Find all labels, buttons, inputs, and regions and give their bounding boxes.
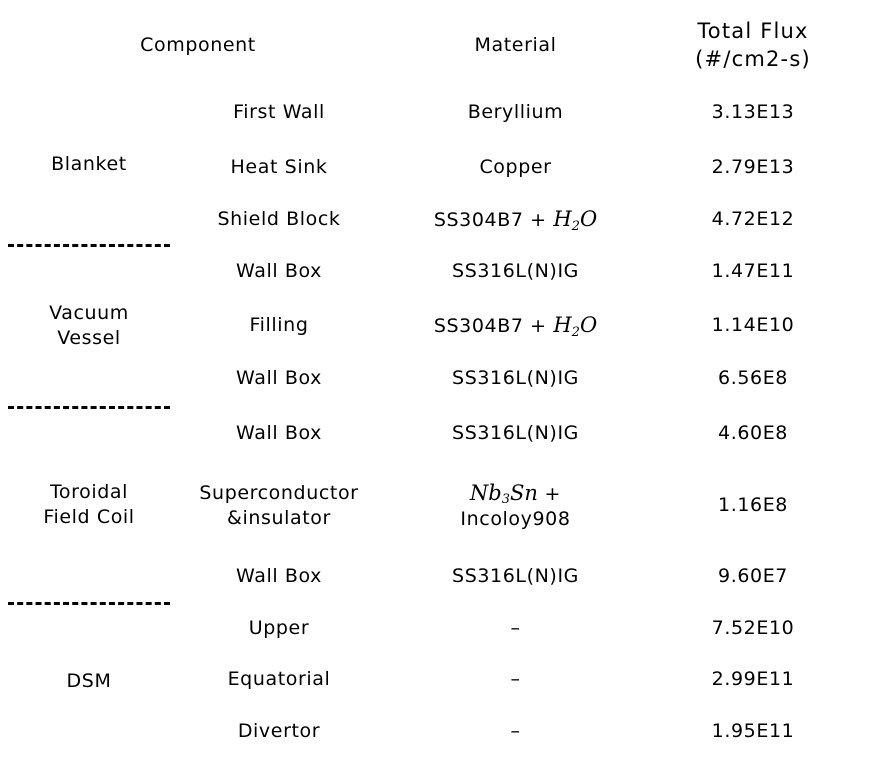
material-cell: SS316L(N)IG (452, 260, 579, 283)
material-cell: Beryllium (467, 100, 564, 123)
component-line1: Superconductor (199, 481, 359, 504)
group-label-line1: Vacuum (49, 302, 129, 325)
header-total-flux: Total Flux (#/cm2-s) (643, 6, 863, 85)
component-cell: Wall Box (236, 565, 322, 588)
flux-cell: 9.60E7 (718, 565, 788, 588)
flux-cell: 4.60E8 (718, 421, 788, 444)
component-cell: Heat Sink (230, 156, 328, 179)
header-total-flux-line1: Total Flux (697, 18, 809, 43)
flux-cell: 1.47E11 (711, 260, 795, 283)
flux-cell: 7.52E10 (711, 617, 795, 640)
header-material: Material (474, 33, 557, 56)
component-cell: Wall Box (236, 367, 322, 390)
material-text: SS304B7 + (433, 209, 554, 232)
flux-cell: 1.95E11 (711, 720, 795, 743)
material-cell: SS316L(N)IG (452, 421, 579, 444)
header-component: Component (140, 33, 256, 56)
component-cell: Shield Block (217, 208, 341, 231)
material-cell: – (510, 720, 521, 743)
component-cell: Wall Box (236, 260, 322, 283)
material-cell: – (510, 617, 521, 640)
formula-h2o: H2O (553, 312, 598, 340)
flux-cell: 3.13E13 (711, 100, 795, 123)
formula-nb3sn: Nb3Sn (469, 480, 538, 508)
total-flux-table: Component Material Total Flux (#/cm2-s) … (8, 6, 863, 759)
material-cell: Nb3Sn + Incoloy908 (388, 460, 643, 552)
material-cell: SS316L(N)IG (452, 367, 579, 390)
flux-cell: 1.14E10 (711, 313, 795, 336)
table-row: Vacuum Vessel Wall Box SS316L(N)IG 1.47E… (8, 246, 863, 349)
group-label-vacuum-vessel: Vacuum Vessel (8, 246, 170, 406)
component-cell: Divertor (237, 720, 321, 743)
component-cell: Equatorial (227, 668, 331, 691)
material-cell: SS304B7 + H2O (388, 299, 643, 353)
component-cell: First Wall (233, 100, 325, 123)
flux-cell: 2.99E11 (711, 668, 795, 691)
component-cell: Upper (248, 617, 310, 640)
component-line2: &insulator (227, 507, 331, 529)
material-cell: SS316L(N)IG (452, 565, 579, 588)
flux-cell: 6.56E8 (718, 367, 788, 390)
group-label-toroidal-field-coil: Toroidal Field Coil (8, 407, 170, 602)
header-total-flux-line2: (#/cm2-s) (695, 46, 811, 71)
group-label-line2: Vessel (57, 327, 121, 350)
material-cell: Copper (479, 156, 552, 179)
table-row: DSM Upper – 7.52E10 (8, 604, 863, 692)
group-label-line1: Toroidal (49, 481, 129, 504)
group-label-blanket: Blanket (51, 152, 127, 175)
component-cell: Wall Box (236, 421, 322, 444)
material-line2: Incoloy908 (460, 508, 571, 531)
table-page: Component Material Total Flux (#/cm2-s) … (0, 0, 871, 762)
component-cell: Filling (249, 313, 309, 336)
material-line1: Nb3Sn + (392, 480, 639, 508)
flux-cell: 4.72E12 (711, 208, 795, 231)
table-row: Toroidal Field Coil Wall Box SS316L(N)IG… (8, 407, 863, 528)
material-cell: – (510, 668, 521, 691)
material-text: SS304B7 + (433, 314, 554, 337)
formula-h2o: H2O (553, 207, 598, 235)
flux-cell: 1.16E8 (718, 494, 788, 517)
component-cell: Superconductor &insulator (170, 460, 388, 552)
group-label-dsm: DSM (66, 670, 112, 693)
table-row: Blanket First Wall Beryllium 3.13E13 (8, 85, 863, 175)
material-plus: + (537, 482, 562, 505)
flux-cell: 2.79E13 (711, 156, 795, 179)
material-cell: SS304B7 + H2O (388, 196, 643, 244)
table-header-row: Component Material Total Flux (#/cm2-s) (8, 6, 863, 85)
group-label-line2: Field Coil (43, 506, 135, 529)
